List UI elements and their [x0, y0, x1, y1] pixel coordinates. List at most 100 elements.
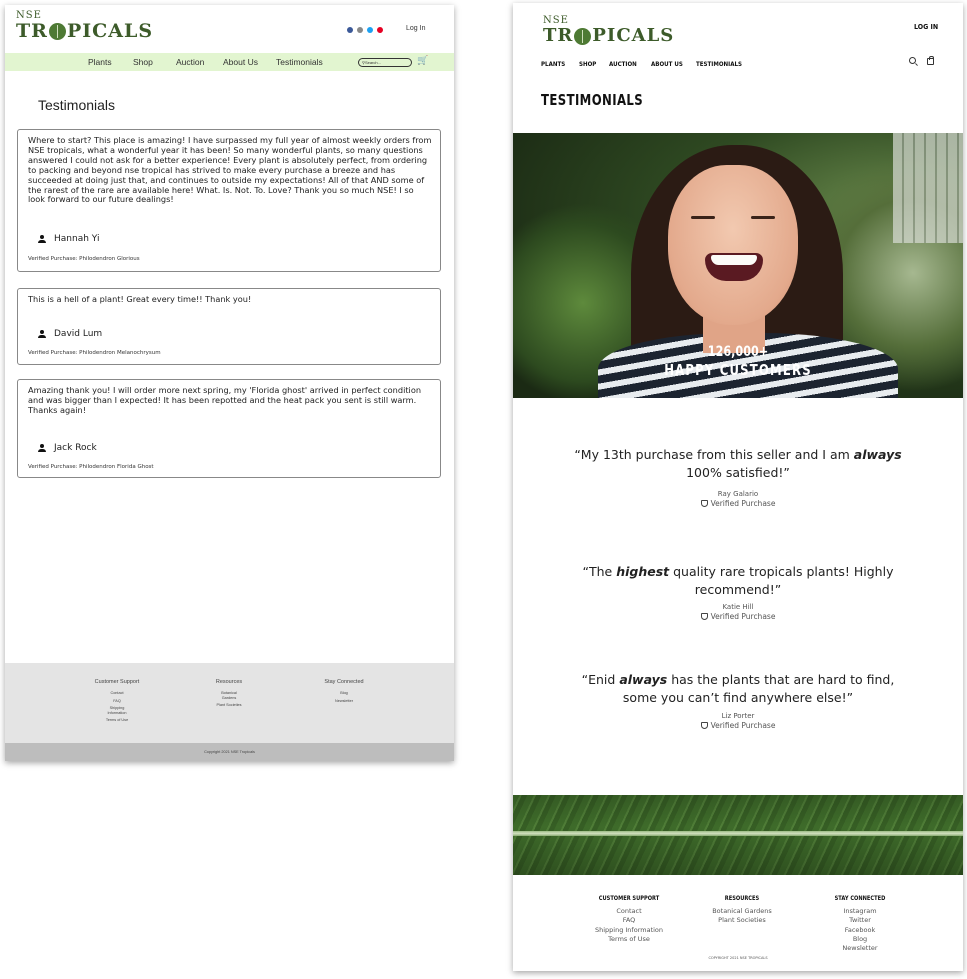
copyright: COPYRIGHT 2021 NSE TROPICALS: [708, 956, 768, 960]
testimonial-quote: “The highest quality rare tropicals plan…: [573, 563, 903, 599]
user-icon: [38, 330, 46, 338]
nav-item-about-us[interactable]: About Us: [223, 57, 258, 67]
brand-name: TR PICALS: [16, 21, 153, 41]
brand-name-end: PICALS: [592, 25, 675, 46]
verified-label: Verified Purchase: [710, 721, 776, 730]
twitter-icon[interactable]: [367, 27, 373, 33]
footer-link-contact[interactable]: Contact: [588, 907, 670, 916]
footer-column-stay-connected: Stay Connected Blog Newsletter: [316, 679, 372, 706]
footer-heading: CUSTOMER SUPPORT: [598, 895, 660, 902]
nav-item-shop[interactable]: Shop: [133, 57, 153, 67]
footer-heading: Stay Connected: [324, 679, 364, 685]
hero-image: 126,000+ HAPPY CUSTOMERS: [513, 133, 963, 398]
monstera-leaf-icon: [574, 27, 592, 45]
page-title: Testimonials: [38, 97, 116, 113]
search-placeholder: Search...: [364, 60, 381, 65]
pinterest-icon[interactable]: [377, 27, 383, 33]
verified-purchase: Verified Purchase: Philodendron Florida …: [28, 464, 154, 470]
nav-item-testimonials[interactable]: Testimonials: [276, 57, 323, 67]
footer-link-botanical-gardens[interactable]: Botanical Gardens: [706, 907, 778, 916]
hero-greenhouse-window: [893, 133, 963, 243]
footer-link-newsletter[interactable]: Newsletter: [316, 699, 372, 704]
footer-link-contact[interactable]: Contact: [87, 691, 147, 696]
footer-link-instagram[interactable]: Instagram: [826, 907, 894, 916]
hero-person-face: [668, 165, 798, 325]
footer-link-plant-societies[interactable]: Plant Societies: [216, 703, 242, 708]
testimonial-card: This is a hell of a plant! Great every t…: [17, 288, 441, 365]
footer-column-resources: RESOURCES Botanical Gardens Plant Societ…: [706, 895, 778, 926]
quote-text: “My 13th purchase from this seller and I…: [574, 447, 854, 462]
quote-text: “The: [582, 564, 617, 579]
testimonial-author: David Lum: [38, 329, 102, 339]
footer-link-faq[interactable]: FAQ: [87, 699, 147, 704]
verified-badge: Verified Purchase: [513, 499, 963, 508]
testimonial-author: Hannah Yi: [38, 234, 99, 244]
footer-column-stay-connected: STAY CONNECTED Instagram Twitter Faceboo…: [826, 895, 894, 953]
nav-item-auction[interactable]: Auction: [176, 57, 204, 67]
quote-author: Katie Hill: [722, 603, 754, 611]
page-title: TESTIMONIALS: [541, 91, 644, 109]
verified-label: Verified Purchase: [710, 612, 776, 621]
login-link[interactable]: LOG IN: [914, 23, 938, 31]
nav-item-about-us[interactable]: ABOUT US: [651, 60, 683, 68]
left-mockup: NSE TR PICALS Log In Plants Shop Auction …: [5, 5, 454, 761]
user-icon: [38, 444, 46, 452]
quote-emphasis: highest: [616, 564, 670, 579]
brand-name: TR PICALS: [543, 26, 674, 46]
verified-purchase: Verified Purchase: Philodendron Melanoch…: [28, 350, 161, 356]
instagram-icon[interactable]: [357, 27, 363, 33]
search-icon[interactable]: [909, 57, 916, 64]
nav-item-plants[interactable]: PLANTS: [541, 60, 565, 68]
cart-icon[interactable]: 🛒: [417, 56, 428, 66]
quote-emphasis: always: [619, 672, 668, 687]
quote-emphasis: always: [853, 447, 902, 462]
brand-name-start: TR: [16, 20, 48, 42]
quote-text: quality rare tropicals plants! Highly re…: [669, 564, 894, 597]
brand-name-start: TR: [543, 25, 574, 46]
quote-author: Liz Porter: [721, 712, 755, 720]
footer-link-terms[interactable]: Terms of Use: [87, 718, 147, 723]
author-name: David Lum: [54, 329, 103, 339]
hero-person-eye: [751, 216, 775, 219]
testimonial-quote: “Enid always has the plants that are har…: [573, 671, 903, 707]
footer-link-twitter[interactable]: Twitter: [826, 916, 894, 925]
footer-heading: STAY CONNECTED: [834, 895, 886, 902]
testimonial-card: Where to start? This place is amazing! I…: [17, 129, 441, 272]
brand-logo[interactable]: NSE TR PICALS: [16, 11, 153, 42]
verified-label: Verified Purchase: [710, 499, 776, 508]
author-name: Hannah Yi: [54, 234, 100, 244]
brand-logo[interactable]: NSE TR PICALS: [543, 16, 674, 46]
shield-check-icon: [700, 722, 708, 729]
quote-author: Ray Galario: [717, 490, 759, 498]
footer-link-facebook[interactable]: Facebook: [826, 926, 894, 935]
footer-link-faq[interactable]: FAQ: [588, 916, 670, 925]
footer-link-shipping[interactable]: Shipping Information: [588, 926, 670, 935]
shopping-bag-icon[interactable]: [927, 56, 934, 65]
testimonial-text: Where to start? This place is amazing! I…: [28, 135, 432, 205]
user-icon: [38, 235, 46, 243]
footer-link-newsletter[interactable]: Newsletter: [826, 944, 894, 953]
shield-check-icon: [700, 500, 708, 507]
facebook-icon[interactable]: [347, 27, 353, 33]
footer-heading: RESOURCES: [724, 895, 760, 902]
footer-link-shipping[interactable]: Shipping Information: [102, 706, 132, 715]
author-name: Jack Rock: [54, 443, 97, 453]
hero-person-teeth: [711, 255, 757, 265]
verified-badge: Verified Purchase: [513, 612, 963, 621]
footer-link-plant-societies[interactable]: Plant Societies: [706, 916, 778, 925]
right-mockup: NSE TR PICALS LOG IN PLANTS SHOP AUCTION …: [513, 3, 963, 971]
nav-item-auction[interactable]: AUCTION: [609, 60, 637, 68]
footer-link-terms[interactable]: Terms of Use: [588, 935, 670, 944]
login-link[interactable]: Log In: [406, 25, 425, 32]
nav-item-plants[interactable]: Plants: [88, 57, 112, 67]
nav-item-shop[interactable]: SHOP: [579, 60, 596, 68]
quote-text: 100% satisfied!”: [686, 465, 790, 480]
search-input[interactable]: ⚲Search...: [358, 58, 412, 67]
footer-link-botanical-gardens[interactable]: Botanical Gardens: [216, 691, 242, 700]
footer-link-blog[interactable]: Blog: [826, 935, 894, 944]
footer-link-blog[interactable]: Blog: [316, 691, 372, 696]
customer-count: 126,000+: [707, 344, 769, 360]
monstera-leaf-icon: [48, 22, 66, 40]
footer-heading: Customer Support: [94, 679, 140, 685]
nav-item-testimonials[interactable]: TESTIMONIALS: [696, 60, 742, 68]
